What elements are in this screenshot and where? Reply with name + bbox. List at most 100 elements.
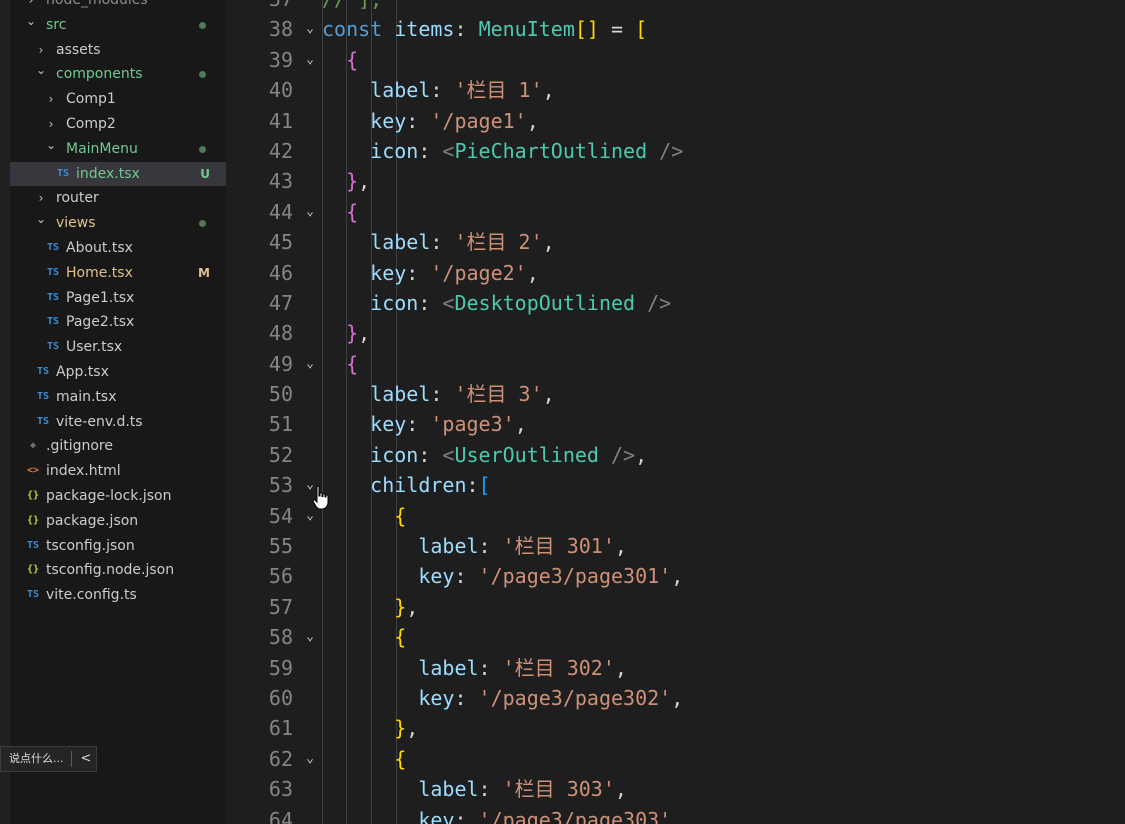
code-line[interactable]: 42 icon: <PieChartOutlined /> xyxy=(226,136,1125,166)
tree-item-page2-tsx[interactable]: TS Page2.tsx xyxy=(10,310,226,335)
code-token: items xyxy=(394,17,455,42)
code-line[interactable]: 53 ⌄ children:[ xyxy=(226,470,1125,500)
tree-item-label: Page1.tsx xyxy=(66,289,135,306)
code-line[interactable]: 57 }, xyxy=(226,592,1125,622)
tree-item-comp2[interactable]: › Comp2 xyxy=(10,112,226,137)
chevron-right-icon[interactable]: › xyxy=(44,87,58,112)
code-token: label xyxy=(322,230,431,255)
tree-item-package-json[interactable]: {} package.json xyxy=(10,509,226,534)
tree-item-label: src xyxy=(46,16,67,33)
code-token: /> xyxy=(635,290,672,315)
code-line[interactable]: 47 icon: <DesktopOutlined /> xyxy=(226,288,1125,318)
code-content: // ]; xyxy=(322,0,382,14)
code-token: { xyxy=(394,503,407,528)
chevron-down-icon[interactable]: ⌄ xyxy=(24,9,38,34)
code-line[interactable]: 56 key: '/page3/page301', xyxy=(226,561,1125,591)
tree-item-label: views xyxy=(56,215,96,232)
tree-item-package-lock-json[interactable]: {} package-lock.json xyxy=(10,484,226,509)
tree-item-label: package.json xyxy=(46,512,139,529)
code-line[interactable]: 54 ⌄ { xyxy=(226,501,1125,531)
git-status-badge: U xyxy=(200,166,210,181)
line-number: 41 xyxy=(268,108,293,133)
ts-file-icon: TS xyxy=(46,241,60,253)
code-line[interactable]: 49 ⌄ { xyxy=(226,349,1125,379)
fold-chevron-icon[interactable]: ⌄ xyxy=(302,744,318,774)
tree-item-user-tsx[interactable]: TS User.tsx xyxy=(10,335,226,360)
code-token: , xyxy=(526,108,539,133)
code-token: [] xyxy=(574,17,599,42)
chevron-down-icon[interactable]: ⌄ xyxy=(44,133,58,158)
fold-chevron-icon[interactable]: ⌄ xyxy=(302,622,318,652)
tree-item-vite-env-d-ts[interactable]: TS vite-env.d.ts xyxy=(10,410,226,435)
code-line[interactable]: 43 }, xyxy=(226,166,1125,196)
code-line[interactable]: 63 label: '栏目 303', xyxy=(226,774,1125,804)
comment-popup[interactable]: 说点什么... < xyxy=(0,746,97,772)
code-line[interactable]: 50 label: '栏目 3', xyxy=(226,379,1125,409)
fold-chevron-icon[interactable]: ⌄ xyxy=(302,197,318,227)
chevron-down-icon[interactable]: ⌄ xyxy=(34,207,48,232)
code-content: }, xyxy=(322,318,370,348)
code-token: : xyxy=(418,442,443,467)
code-line[interactable]: 55 label: '栏目 301', xyxy=(226,531,1125,561)
tree-item-node-modules[interactable]: › node_modules xyxy=(10,0,226,13)
fold-chevron-icon[interactable]: ⌄ xyxy=(302,349,318,379)
code-line[interactable]: 52 icon: <UserOutlined />, xyxy=(226,440,1125,470)
tree-item-page1-tsx[interactable]: TS Page1.tsx xyxy=(10,286,226,311)
tree-item-tsconfig-node-json[interactable]: {} tsconfig.node.json xyxy=(10,558,226,583)
code-content: const items: MenuItem[] = [ xyxy=(322,14,647,44)
tree-item-main-tsx[interactable]: TS main.tsx xyxy=(10,385,226,410)
git-status-badge: M xyxy=(198,265,210,280)
code-line[interactable]: 58 ⌄ { xyxy=(226,622,1125,652)
code-token: '栏目 303' xyxy=(502,777,615,802)
code-line[interactable]: 61 }, xyxy=(226,713,1125,743)
code-line[interactable]: 40 label: '栏目 1', xyxy=(226,75,1125,105)
code-line[interactable]: 39 ⌄ { xyxy=(226,45,1125,75)
code-token: { xyxy=(346,351,359,376)
tree-item-about-tsx[interactable]: TS About.tsx xyxy=(10,236,226,261)
code-lines[interactable]: 37// ];38⌄const items: MenuItem[] = [39⌄… xyxy=(226,0,1125,824)
code-line[interactable]: 44 ⌄ { xyxy=(226,197,1125,227)
line-number: 64 xyxy=(268,807,293,824)
tree-item-index-tsx[interactable]: TS index.tsx U xyxy=(10,161,226,187)
code-line[interactable]: 60 key: '/page3/page302', xyxy=(226,683,1125,713)
line-number: 40 xyxy=(268,78,293,103)
fold-chevron-icon[interactable]: ⌄ xyxy=(302,14,318,44)
code-line[interactable]: 41 key: '/page1', xyxy=(226,106,1125,136)
code-token: [ xyxy=(635,17,648,42)
code-line[interactable]: 59 label: '栏目 302', xyxy=(226,653,1125,683)
code-token: key xyxy=(322,564,455,589)
tree-item-index-html[interactable]: <> index.html xyxy=(10,459,226,484)
code-token: '/page2' xyxy=(430,260,527,285)
code-token: UserOutlined xyxy=(454,442,599,467)
tree-item-vite-config-ts[interactable]: TS vite.config.ts xyxy=(10,583,226,608)
code-token: /> xyxy=(598,442,636,467)
code-line[interactable]: 46 key: '/page2', xyxy=(226,258,1125,288)
tree-item--gitignore[interactable]: ◆ .gitignore xyxy=(10,434,226,459)
tree-item-mainmenu[interactable]: ⌄ MainMenu xyxy=(10,137,226,162)
chevron-down-icon[interactable]: ⌄ xyxy=(34,58,48,83)
comment-popup-divider xyxy=(71,751,72,767)
line-number: 56 xyxy=(268,564,293,589)
code-content: key: 'page3', xyxy=(322,409,527,439)
fold-chevron-icon[interactable]: ⌄ xyxy=(302,45,318,75)
ts-file-icon: TS xyxy=(46,341,60,353)
tree-item-src[interactable]: ⌄ src xyxy=(10,13,226,38)
tree-item-views[interactable]: ⌄ views xyxy=(10,211,226,236)
json-file-icon: {} xyxy=(26,514,40,526)
collapse-chevron-icon[interactable]: < xyxy=(78,747,94,771)
code-line[interactable]: 48 }, xyxy=(226,318,1125,348)
code-line[interactable]: 64 key: '/page3/page303', xyxy=(226,805,1125,824)
tree-item-home-tsx[interactable]: TS Home.tsx M xyxy=(10,261,226,286)
tree-item-components[interactable]: ⌄ components xyxy=(10,62,226,87)
tree-item-comp1[interactable]: › Comp1 xyxy=(10,87,226,112)
code-line[interactable]: 37 // ]; xyxy=(226,0,1125,14)
code-editor[interactable]: 37// ];38⌄const items: MenuItem[] = [39⌄… xyxy=(226,0,1125,824)
code-line[interactable]: 62 ⌄ { xyxy=(226,744,1125,774)
code-line[interactable]: 51 key: 'page3', xyxy=(226,409,1125,439)
tree-item-app-tsx[interactable]: TS App.tsx xyxy=(10,360,226,385)
tree-item-tsconfig-json[interactable]: TS tsconfig.json xyxy=(10,534,226,559)
code-line[interactable]: 45 label: '栏目 2', xyxy=(226,227,1125,257)
code-content: { xyxy=(322,197,358,227)
code-line[interactable]: 38 ⌄ const items: MenuItem[] = [ xyxy=(226,14,1125,44)
